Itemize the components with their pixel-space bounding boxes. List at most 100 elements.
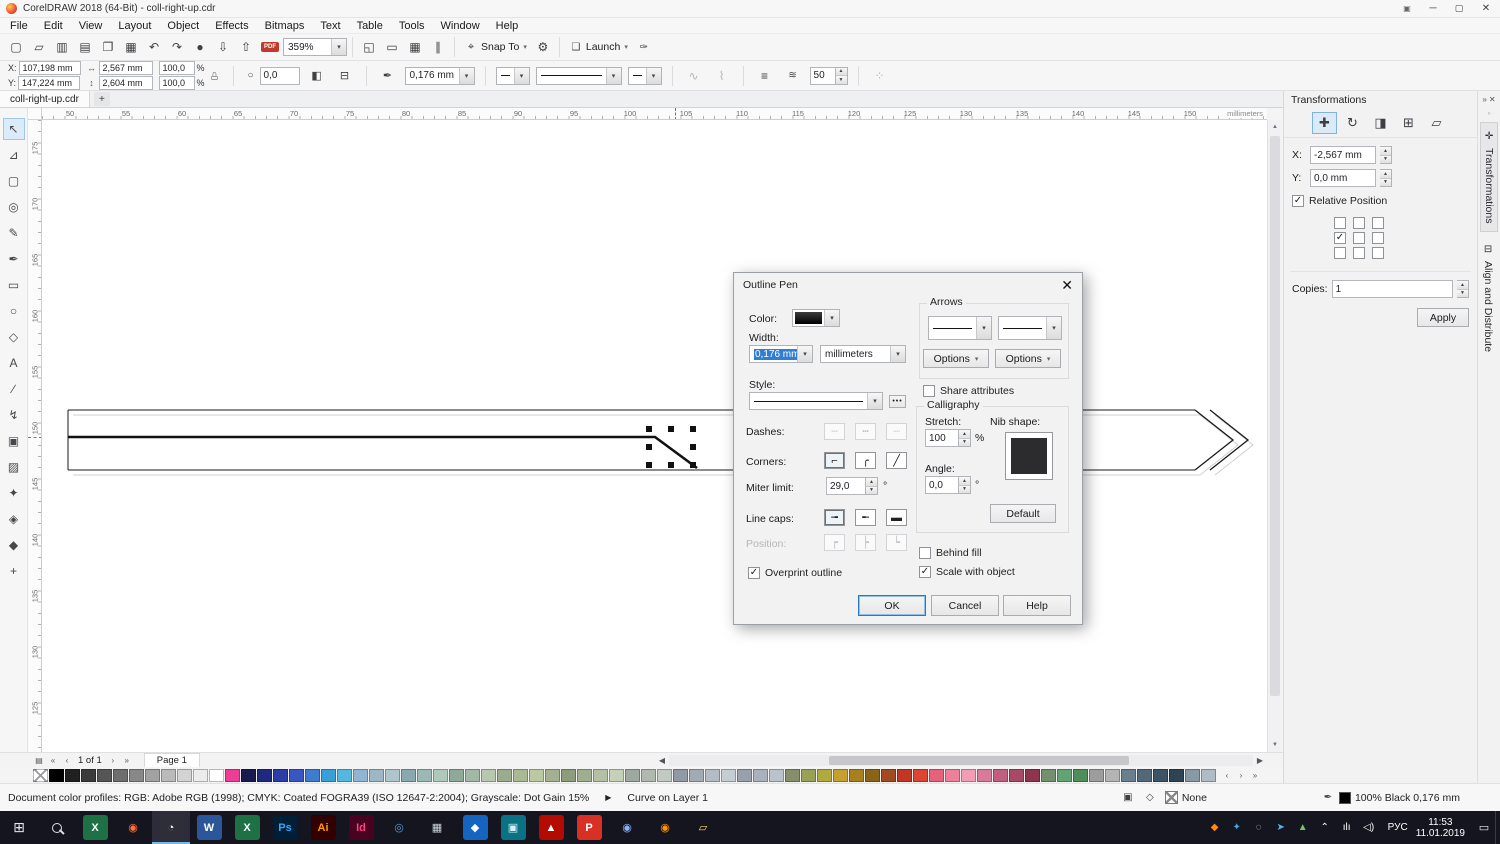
width-input[interactable]: 0,176 mm▾ xyxy=(749,345,813,363)
new-document-icon[interactable]: ▢ xyxy=(5,36,27,58)
help-button[interactable]: Help xyxy=(1003,595,1071,616)
tray-icon-green[interactable]: ▲ xyxy=(1292,811,1314,844)
position-transform-icon[interactable]: ✚ xyxy=(1312,112,1337,134)
notification-center-icon[interactable]: ▭ xyxy=(1473,811,1495,844)
tray-icon-search[interactable]: ◌ xyxy=(1248,811,1270,844)
rotation-angle-input[interactable]: 0,0 xyxy=(260,67,300,85)
transform-x-stepper[interactable]: ▲▼ xyxy=(1380,146,1392,164)
crop-tool[interactable]: ▢ xyxy=(3,170,25,192)
launch-button[interactable]: ❑ Launch ▾ xyxy=(565,38,632,56)
add-tool-button[interactable]: + xyxy=(3,560,25,582)
object-height-input[interactable]: 2,604 mm xyxy=(99,76,153,90)
anchor-middle-center[interactable] xyxy=(1353,232,1365,244)
titlebar-customize-icon[interactable]: ▣ xyxy=(1394,0,1420,18)
line-style-select[interactable]: ▾ xyxy=(536,67,622,85)
text-tool[interactable]: A xyxy=(3,352,25,374)
drop-shadow-tool[interactable]: ▣ xyxy=(3,430,25,452)
snap-to-button[interactable]: ⌖ Snap To ▾ xyxy=(460,38,531,56)
outline-width-select[interactable]: 0,176 mm▾ xyxy=(405,67,475,85)
tray-icon-orange[interactable]: ◆ xyxy=(1204,811,1226,844)
vertical-scrollbar-thumb[interactable] xyxy=(1270,136,1280,696)
interactive-fill-tool[interactable]: ◈ xyxy=(3,508,25,530)
corner-miter-option[interactable]: ⌐ xyxy=(824,452,845,469)
tray-network-icon[interactable]: ılı xyxy=(1336,811,1358,844)
ruler-origin-button[interactable] xyxy=(28,108,42,120)
taskbar-illustrator-icon[interactable]: Ai xyxy=(304,811,342,844)
mirror-horizontal-icon[interactable]: ◧ xyxy=(306,65,328,87)
palette-scroll-left-button[interactable]: ‹ xyxy=(1220,769,1234,782)
zoom-tool[interactable]: ◎ xyxy=(3,196,25,218)
arrow-end-select[interactable]: ▾ xyxy=(998,316,1062,340)
text-wrap-icon[interactable]: ≡ xyxy=(754,65,776,87)
dialog-close-icon[interactable]: ✕ xyxy=(1061,277,1073,294)
maximize-button[interactable]: ▢ xyxy=(1446,0,1472,18)
last-page-button[interactable]: » xyxy=(120,754,134,767)
line-end-arrow-select[interactable]: ▾ xyxy=(628,67,662,85)
hscroll-right-button[interactable]: ▶ xyxy=(1253,755,1267,766)
transparency-tool[interactable]: ▨ xyxy=(3,456,25,478)
transform-y-stepper[interactable]: ▲▼ xyxy=(1380,169,1392,187)
docker-tab-transformations[interactable]: ✛ Transformations xyxy=(1480,122,1498,232)
line-start-arrow-select[interactable]: ▾ xyxy=(496,67,530,85)
copies-input[interactable]: 1 xyxy=(1332,280,1453,298)
taskbar-pdf-icon[interactable]: P xyxy=(570,811,608,844)
export-colors-icon[interactable]: ◇ xyxy=(1139,787,1161,809)
taskbar-acdsee-icon[interactable]: ◎ xyxy=(380,811,418,844)
document-tab[interactable]: coll-right-up.cdr xyxy=(0,91,90,107)
artistic-media-tool[interactable]: ✒ xyxy=(3,248,25,270)
dimension-tool[interactable]: ∕ xyxy=(3,378,25,400)
cap-square-option[interactable]: ▬ xyxy=(886,509,907,526)
stretch-input[interactable]: 100 xyxy=(925,429,959,447)
freehand-tool[interactable]: ✎ xyxy=(3,222,25,244)
tray-volume-icon[interactable]: ◁) xyxy=(1358,811,1380,844)
scale-mirror-transform-icon[interactable]: ◨ xyxy=(1368,112,1393,134)
miter-limit-stepper[interactable]: ▲▼ xyxy=(866,477,878,495)
angle-input[interactable]: 0,0 xyxy=(925,476,959,494)
taskbar-excel2-icon[interactable]: X xyxy=(228,811,266,844)
publish-pdf-icon[interactable]: PDF xyxy=(261,42,279,52)
lock-ratio-icon[interactable]: ∩▭ xyxy=(207,63,223,89)
anchor-top-left[interactable] xyxy=(1334,217,1346,229)
undo-icon[interactable]: ↶ xyxy=(143,36,165,58)
transform-x-input[interactable]: -2,567 mm xyxy=(1310,146,1376,164)
start-button[interactable]: ⊞ xyxy=(0,811,38,844)
scale-with-object-checkbox[interactable] xyxy=(919,566,931,578)
smoothing-stepper[interactable]: ▲▼ xyxy=(836,67,848,85)
docker-tab-align-distribute[interactable]: ⊟ Align and Distribute xyxy=(1480,236,1496,360)
scroll-up-button[interactable]: ▲ xyxy=(1268,120,1282,134)
palette-expand-button[interactable]: » xyxy=(1248,769,1262,782)
page-tab[interactable]: Page 1 xyxy=(144,753,200,767)
taskbar-calculator-icon[interactable]: ▦ xyxy=(418,811,456,844)
transform-y-input[interactable]: 0,0 mm xyxy=(1310,169,1376,187)
palette-scroll-right-button[interactable]: › xyxy=(1234,769,1248,782)
taskbar-photoshop-icon[interactable]: Ps xyxy=(266,811,304,844)
expand-arrow-icon[interactable]: ▶ xyxy=(605,793,611,802)
redo-icon[interactable]: ↷ xyxy=(166,36,188,58)
show-desktop-button[interactable] xyxy=(1495,811,1500,844)
language-indicator[interactable]: РУС xyxy=(1388,822,1408,833)
display-profile-icon[interactable]: ▣ xyxy=(1117,787,1139,809)
style-select[interactable]: ▾ xyxy=(749,392,883,410)
show-rulers-icon[interactable]: ▭ xyxy=(381,36,403,58)
taskbar-firefox-icon[interactable]: ◉ xyxy=(646,811,684,844)
taskbar-chrome-icon[interactable]: ◉ xyxy=(608,811,646,844)
tray-hidden-icons[interactable]: ⌃ xyxy=(1314,811,1336,844)
cancel-button[interactable]: Cancel xyxy=(931,595,999,616)
apply-button[interactable]: Apply xyxy=(1417,308,1469,327)
cap-round-option[interactable]: ╾ xyxy=(855,509,876,526)
page-view-icon[interactable]: ▤ xyxy=(32,754,46,767)
overprint-outline-checkbox[interactable] xyxy=(748,567,760,579)
scroll-down-button[interactable]: ▼ xyxy=(1268,738,1282,752)
edit-style-button[interactable]: ••• xyxy=(889,395,906,408)
import-icon[interactable]: ⇩ xyxy=(212,36,234,58)
anchor-top-center[interactable] xyxy=(1353,217,1365,229)
close-button[interactable]: ✕ xyxy=(1472,0,1500,18)
default-button[interactable]: Default xyxy=(990,504,1056,523)
search-content-icon[interactable]: ● xyxy=(189,36,211,58)
arrow-start-options-button[interactable]: Options▾ xyxy=(923,349,989,368)
copy-icon[interactable]: ❐ xyxy=(97,36,119,58)
polygon-tool[interactable]: ◇ xyxy=(3,326,25,348)
tray-icon-blue[interactable]: ✦ xyxy=(1226,811,1248,844)
show-grid-icon[interactable]: ▦ xyxy=(404,36,426,58)
taskbar-search-icon[interactable] xyxy=(38,811,76,844)
